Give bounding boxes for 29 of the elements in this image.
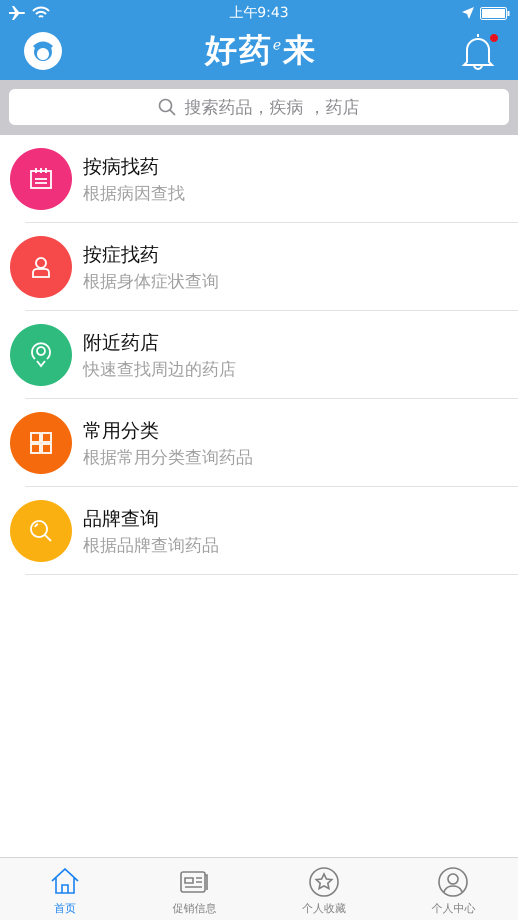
- item-subtitle: 根据品牌查询药品: [83, 534, 219, 556]
- search-icon: [158, 98, 176, 116]
- clock-time: 上午9:43: [229, 4, 289, 22]
- item-title: 常用分类: [83, 418, 160, 444]
- item-title: 附近药店: [83, 330, 160, 356]
- item-title: 按症找药: [83, 242, 160, 268]
- tab-item[interactable]: 个人收藏: [259, 858, 388, 920]
- tab-item[interactable]: 促销信息: [130, 858, 259, 920]
- location-arrow-icon: [462, 7, 474, 19]
- menu-item[interactable]: 按症找药 根据身体症状查询: [0, 223, 518, 311]
- wifi-icon: [32, 6, 50, 20]
- item-subtitle: 快速查找周边的药店: [83, 358, 236, 380]
- menu-item[interactable]: 附近药店 快速查找周边的药店: [0, 311, 518, 399]
- item-title: 品牌查询: [83, 506, 160, 532]
- bell-icon[interactable]: [460, 31, 496, 71]
- app-logo: 好药$^{e}$来: [204, 30, 318, 71]
- tab-item[interactable]: 首页: [0, 858, 130, 920]
- item-title: 按病找药: [83, 154, 160, 180]
- tab-item[interactable]: 个人中心: [388, 858, 518, 920]
- menu-item[interactable]: 常用分类 根据常用分类查询药品: [0, 399, 518, 487]
- user-icon: [437, 866, 470, 898]
- airplane-icon: [8, 5, 26, 21]
- menu-item[interactable]: 按病找药 根据病因查找: [0, 135, 518, 223]
- item-subtitle: 根据病因查找: [83, 182, 185, 204]
- avatar-icon[interactable]: [24, 32, 62, 70]
- item-subtitle: 根据身体症状查询: [83, 270, 219, 292]
- item-subtitle: 根据常用分类查询药品: [83, 446, 253, 468]
- menu-item[interactable]: 品牌查询 根据品牌查询药品: [0, 487, 518, 575]
- battery-icon: [480, 6, 510, 20]
